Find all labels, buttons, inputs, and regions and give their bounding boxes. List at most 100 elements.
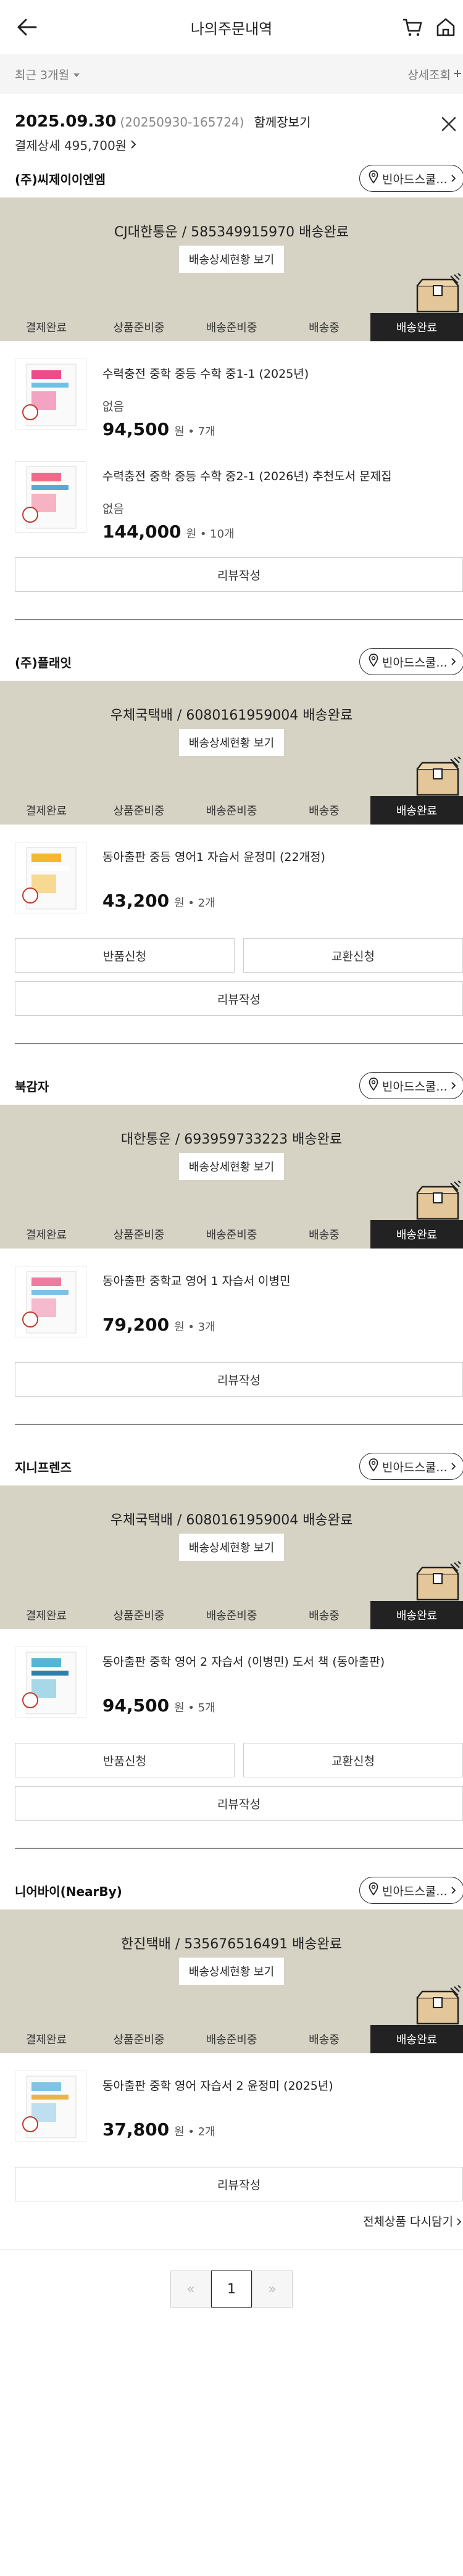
pay-detail-link[interactable]: 결제상세 495,700원 bbox=[15, 136, 448, 154]
delivery-step: 배송준비중 bbox=[206, 805, 257, 818]
close-icon[interactable] bbox=[438, 114, 459, 135]
write-review-button[interactable]: 리뷰작성 bbox=[15, 1362, 463, 1397]
product-name[interactable]: 동아출판 중학교 영어 1 자습서 이병민 bbox=[102, 1272, 463, 1289]
track-delivery-button[interactable]: 배송상세현황 보기 bbox=[179, 1534, 284, 1561]
product-thumbnail[interactable] bbox=[15, 1266, 86, 1337]
delivery-steps: 결제완료 상품준비중 배송준비중 배송중 배송완료 bbox=[0, 1220, 463, 1249]
write-review-button[interactable]: 리뷰작성 bbox=[15, 557, 463, 592]
exchange-request-button[interactable]: 교환신청 bbox=[243, 938, 463, 973]
delivery-step: 결제완료 bbox=[25, 1229, 67, 1242]
delivery-status-panel: 대한통운 / 693959733223 배송완료배송상세현황 보기결제완료 상품준… bbox=[0, 1105, 463, 1249]
product-thumbnail[interactable] bbox=[15, 1647, 86, 1718]
delivery-step: 배송준비중 bbox=[206, 1229, 257, 1242]
product-thumbnail[interactable] bbox=[15, 2071, 86, 2142]
item-list: 수력충전 중학 중등 수학 중1-1 (2025년) 없음 94,500 원 • 7개… bbox=[0, 341, 463, 546]
page-1-button[interactable]: 1 bbox=[211, 2271, 252, 2308]
order-item[interactable]: 동아출판 중학 영어 2 자습서 (이병민) 도서 책 (동아출판) 94,500… bbox=[0, 1629, 463, 1732]
delivery-steps: 결제완료 상품준비중 배송준비중 배송중 배송완료 bbox=[0, 313, 463, 341]
store-button[interactable]: 빈아드스쿨... bbox=[359, 1072, 463, 1099]
store-button[interactable]: 빈아드스쿨... bbox=[359, 648, 463, 675]
product-name[interactable]: 수력충전 중학 중등 수학 중2-1 (2026년) 추천도서 문제집 bbox=[102, 467, 463, 484]
write-review-button[interactable]: 리뷰작성 bbox=[15, 2167, 463, 2201]
delivered-box-icon bbox=[415, 273, 462, 313]
order-item[interactable]: 수력충전 중학 중등 수학 중1-1 (2025년) 없음 94,500 원 • 7개 bbox=[0, 341, 463, 444]
location-pin-icon bbox=[369, 1882, 378, 1899]
delivery-status-panel: 한진택배 / 535676516491 배송완료 배송상세현황 보기 결제완료 상품준… bbox=[0, 1909, 463, 2053]
delivery-step: 결제완료 bbox=[25, 322, 67, 334]
product-thumbnail[interactable] bbox=[15, 359, 86, 430]
delivery-step: 결제완료 bbox=[25, 1610, 67, 1622]
back-arrow-icon[interactable] bbox=[16, 17, 38, 37]
location-pin-icon bbox=[369, 170, 378, 187]
delivery-step: 상품준비중 bbox=[113, 1229, 165, 1242]
seller-block: 북감자 빈아드스쿨... 대한통운 / 693959733223 배송완료배송상세현… bbox=[0, 1070, 463, 1425]
product-price: 37,800 bbox=[102, 2119, 170, 2140]
store-button-label: 빈아드스쿨... bbox=[382, 1460, 448, 1474]
delivered-box-icon bbox=[415, 1985, 462, 2025]
product-quantity: 원 • 2개 bbox=[174, 2125, 215, 2138]
product-name[interactable]: 동아출판 중학 영어 자습서 2 윤정미 (2025년) bbox=[102, 2077, 463, 2093]
detail-search-button[interactable]: 상세조회 bbox=[407, 66, 463, 83]
seller-divider bbox=[15, 1424, 463, 1425]
track-delivery-button[interactable]: 배송상세현황 보기 bbox=[179, 246, 284, 273]
delivery-status-panel: CJ대한통운 / 585349915970 배송완료 배송상세현황 보기 결제완료 상… bbox=[0, 197, 463, 341]
product-thumbnail[interactable] bbox=[15, 461, 86, 533]
track-delivery-button[interactable]: 배송상세현황 보기 bbox=[179, 1153, 284, 1180]
courier-info: 대한통운 / 693959733223 배송완료 bbox=[120, 1132, 343, 1147]
cart-icon[interactable] bbox=[401, 16, 423, 38]
seller-divider bbox=[15, 1043, 463, 1044]
delivery-step: 상품준비중 bbox=[113, 1610, 165, 1622]
return-request-button[interactable]: 반품신청 bbox=[15, 1743, 235, 1777]
order-item[interactable]: 동아출판 중등 영어1 자습서 윤정미 (22개정) 43,200 원 • 2개 bbox=[0, 825, 463, 927]
delivery-step: 배송완료 bbox=[370, 313, 463, 341]
delivery-step: 상품준비중 bbox=[113, 805, 165, 818]
period-select[interactable]: 최근 3개월 bbox=[15, 66, 80, 83]
chevron-right-icon bbox=[457, 2215, 462, 2229]
track-delivery-button[interactable]: 배송상세현황 보기 bbox=[179, 1958, 284, 1985]
product-option: 없음 bbox=[102, 400, 124, 413]
seller-block: 지니프렌즈 빈아드스쿨... 우체국택배 / 6080161959004 배송완료 배… bbox=[0, 1451, 463, 1849]
delivery-step: 배송준비중 bbox=[206, 322, 257, 334]
chevron-right-icon bbox=[451, 1460, 456, 1473]
delivered-box-icon bbox=[415, 756, 462, 796]
product-thumbnail[interactable] bbox=[15, 842, 86, 913]
delivery-step: 결제완료 bbox=[25, 2034, 67, 2046]
delivered-box-icon bbox=[415, 1561, 462, 1601]
order-item[interactable]: 동아출판 중학교 영어 1 자습서 이병민 79,200 원 • 3개 bbox=[0, 1249, 463, 1351]
home-icon[interactable] bbox=[435, 16, 457, 38]
product-name[interactable]: 동아출판 중등 영어1 자습서 윤정미 (22개정) bbox=[102, 848, 463, 865]
write-review-button[interactable]: 리뷰작성 bbox=[15, 981, 463, 1016]
exchange-request-button[interactable]: 교환신청 bbox=[243, 1743, 463, 1777]
store-button[interactable]: 빈아드스쿨... bbox=[359, 1877, 463, 1904]
seller-list: (주)씨제이이엔엠 빈아드스쿨... CJ대한통운 / 585349915970 배… bbox=[0, 163, 463, 2201]
next-page-button[interactable]: » bbox=[252, 2271, 293, 2308]
action-buttons: 반품신청 교환신청리뷰작성 bbox=[0, 938, 463, 1016]
plus-icon bbox=[453, 67, 462, 81]
detail-search-label: 상세조회 bbox=[407, 68, 451, 82]
product-name[interactable]: 수력충전 중학 중등 수학 중1-1 (2025년) bbox=[102, 365, 463, 381]
store-button[interactable]: 빈아드스쿨... bbox=[359, 165, 463, 192]
order-item[interactable]: 동아출판 중학 영어 자습서 2 윤정미 (2025년) 37,800 원 • 2개 bbox=[0, 2053, 463, 2156]
item-list: 동아출판 중학 영어 2 자습서 (이병민) 도서 책 (동아출판) 94,500… bbox=[0, 1629, 463, 1732]
order-item[interactable]: 수력충전 중학 중등 수학 중2-1 (2026년) 추천도서 문제집 없음 144… bbox=[0, 444, 463, 546]
delivery-step: 배송중 bbox=[309, 1229, 340, 1242]
track-delivery-button[interactable]: 배송상세현황 보기 bbox=[179, 729, 284, 756]
delivery-steps: 결제완료 상품준비중 배송준비중 배송중 배송완료 bbox=[0, 1601, 463, 1629]
page-title: 나의주문내역 bbox=[190, 20, 273, 38]
return-request-button[interactable]: 반품신청 bbox=[15, 938, 235, 973]
reorder-all-link[interactable]: 전체상품 다시담기 bbox=[0, 2212, 463, 2229]
store-button[interactable]: 빈아드스쿨... bbox=[359, 1453, 463, 1480]
write-review-button[interactable]: 리뷰작성 bbox=[15, 1786, 463, 1821]
product-name[interactable]: 동아출판 중학 영어 2 자습서 (이병민) 도서 책 (동아출판) bbox=[102, 1653, 463, 1669]
courier-info: 우체국택배 / 6080161959004 배송완료 bbox=[110, 1513, 353, 1528]
order-header: 2025.09.30 (20250930-165724) 함께장보기 결제상세 … bbox=[0, 94, 463, 163]
seller-name: (주)플래잇 bbox=[15, 655, 72, 670]
delivery-step: 배송준비중 bbox=[206, 2034, 257, 2046]
delivery-step: 배송완료 bbox=[370, 1220, 463, 1249]
seller-bar: (주)씨제이이엔엠 빈아드스쿨... bbox=[0, 163, 463, 194]
prev-page-button[interactable]: « bbox=[170, 2271, 211, 2308]
seller-name: 북감자 bbox=[15, 1079, 49, 1094]
location-pin-icon bbox=[369, 1077, 378, 1094]
store-button-label: 빈아드스쿨... bbox=[382, 655, 448, 670]
order-number: (20250930-165724) bbox=[120, 115, 244, 130]
